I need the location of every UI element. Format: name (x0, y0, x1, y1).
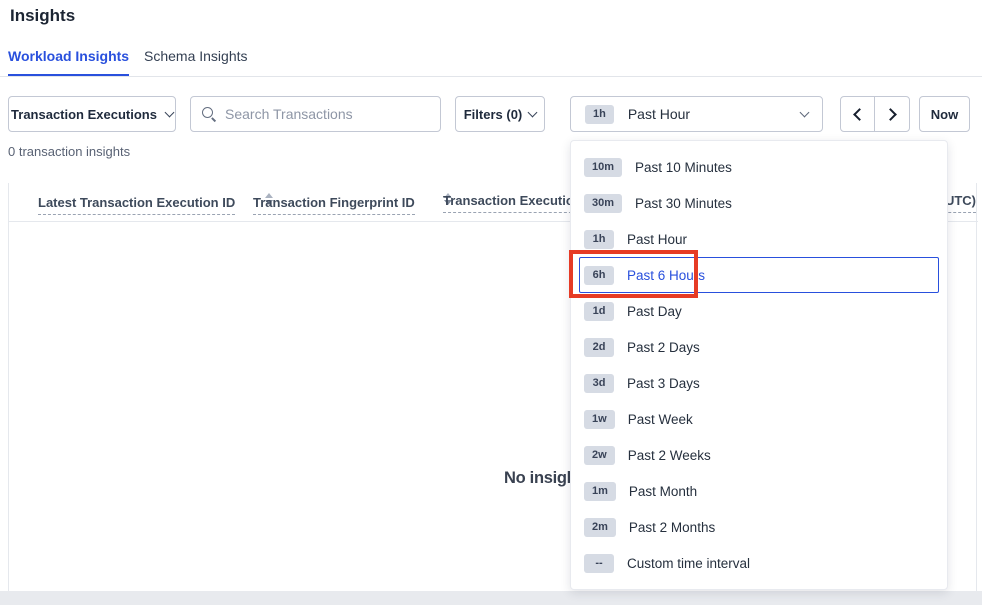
tab-schema-insights[interactable]: Schema Insights (144, 48, 248, 64)
execution-type-select[interactable]: Transaction Executions (8, 96, 176, 132)
tab-workload-label: Workload Insights (8, 48, 129, 64)
time-option-past-2-months[interactable]: 2m Past 2 Months (579, 509, 939, 545)
time-option-past-2-weeks[interactable]: 2w Past 2 Weeks (579, 437, 939, 473)
column-header-transaction-execution[interactable]: Transaction Execution (443, 193, 582, 213)
time-option-past-month[interactable]: 1m Past Month (579, 473, 939, 509)
search-icon (201, 106, 217, 122)
time-option-past-10-minutes[interactable]: 10m Past 10 Minutes (579, 149, 939, 185)
time-option-past-week[interactable]: 1w Past Week (579, 401, 939, 437)
time-interval-label: Past Hour (628, 106, 690, 122)
time-interval-dropdown: 10m Past 10 Minutes 30m Past 30 Minutes … (570, 140, 948, 590)
search-box[interactable] (190, 96, 441, 132)
execution-type-label: Transaction Executions (11, 107, 157, 122)
time-interval-badge: 1h (585, 105, 614, 124)
now-label: Now (931, 107, 958, 122)
tab-workload-insights[interactable]: Workload Insights (8, 48, 129, 64)
time-option-past-day[interactable]: 1d Past Day (579, 293, 939, 329)
filters-label: Filters (0) (464, 107, 523, 122)
column-header-transaction-fingerprint-id[interactable]: Transaction Fingerprint ID (253, 193, 452, 215)
chevron-right-icon (884, 108, 897, 121)
tab-bar: Workload Insights Schema Insights (0, 46, 982, 77)
time-option-custom-interval[interactable]: -- Custom time interval (579, 545, 939, 581)
chevron-down-icon (165, 107, 175, 117)
now-button[interactable]: Now (919, 96, 970, 132)
chevron-down-icon (800, 107, 810, 117)
next-interval-button[interactable] (875, 97, 909, 131)
column-header-latest-transaction-execution-id[interactable]: Latest Transaction Execution ID (38, 193, 273, 215)
time-option-past-3-days[interactable]: 3d Past 3 Days (579, 365, 939, 401)
active-tab-underline (8, 74, 129, 76)
time-option-past-30-minutes[interactable]: 30m Past 30 Minutes (579, 185, 939, 221)
time-option-past-hour[interactable]: 1h Past Hour (579, 221, 939, 257)
page-title: Insights (10, 6, 75, 26)
time-option-past-6-hours[interactable]: 6h Past 6 Hours (579, 257, 939, 293)
filters-button[interactable]: Filters (0) (455, 96, 545, 132)
time-interval-select[interactable]: 1h Past Hour (570, 96, 823, 132)
search-input[interactable] (225, 106, 430, 122)
time-pager (840, 96, 910, 132)
previous-interval-button[interactable] (841, 97, 875, 131)
results-count: 0 transaction insights (8, 144, 130, 159)
chevron-down-icon (528, 107, 538, 117)
tab-schema-label: Schema Insights (144, 48, 248, 64)
page-bottom-strip (0, 591, 982, 605)
time-option-past-2-days[interactable]: 2d Past 2 Days (579, 329, 939, 365)
chevron-left-icon (853, 108, 866, 121)
